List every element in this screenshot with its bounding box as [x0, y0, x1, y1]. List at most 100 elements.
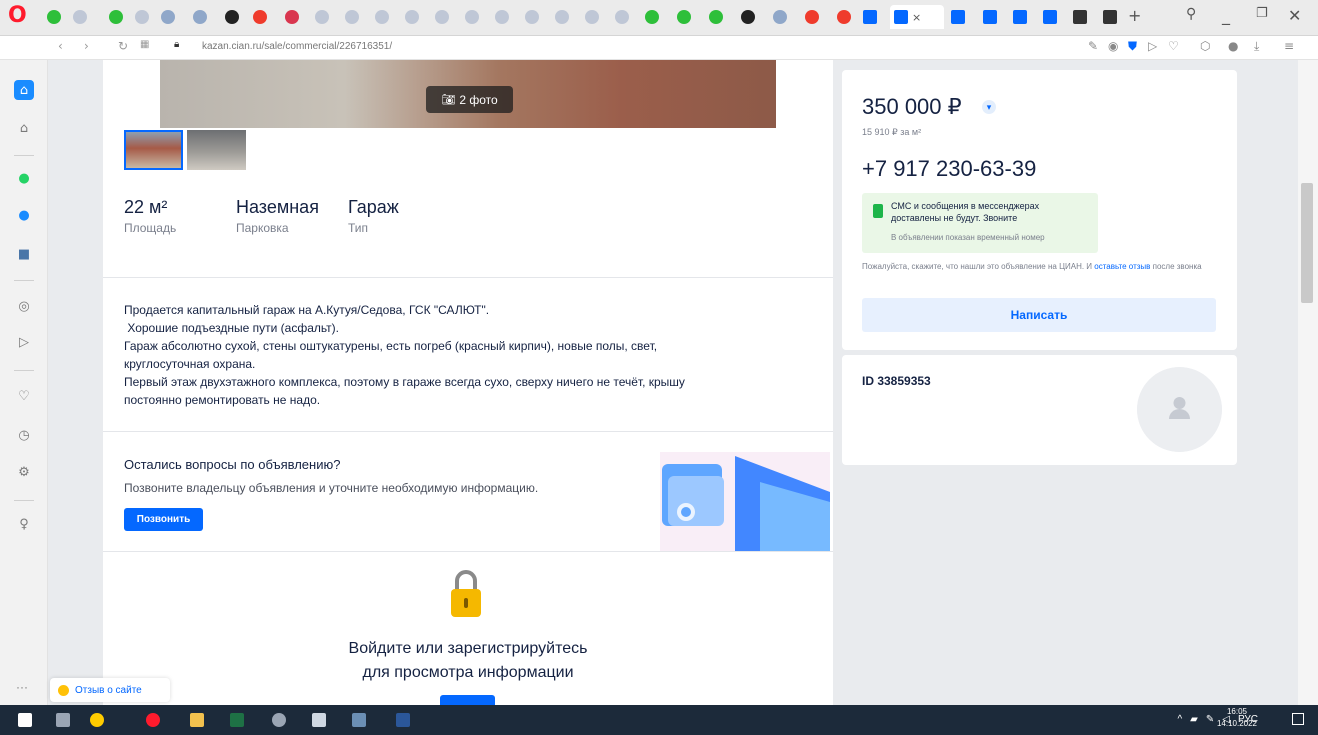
yandex-browser-icon[interactable]	[90, 713, 104, 727]
phone-number[interactable]: +7 917 230-63-39	[862, 156, 1036, 182]
browser-tab[interactable]	[250, 5, 270, 29]
word-icon[interactable]	[396, 713, 410, 727]
search-tabs-icon[interactable]: ⚲	[1186, 6, 1196, 22]
browser-tab[interactable]	[282, 5, 302, 29]
browser-tab[interactable]	[106, 5, 126, 29]
call-button[interactable]: Позвонить	[124, 508, 203, 531]
download-icon[interactable]: ⤓	[1254, 39, 1259, 54]
tab-close-icon[interactable]: ×	[912, 11, 921, 24]
browser-tab[interactable]	[432, 5, 452, 29]
snapshot-icon[interactable]: ✎	[1088, 39, 1098, 53]
browser-tab[interactable]	[1070, 5, 1090, 29]
browser-tab[interactable]	[190, 5, 210, 29]
reload-icon[interactable]: ↻	[118, 39, 128, 53]
sidebar-more-icon[interactable]: ···	[16, 680, 28, 694]
browser-tab[interactable]	[158, 5, 178, 29]
tab-favicon-icon	[375, 10, 389, 24]
browser-tab[interactable]	[802, 5, 822, 29]
browser-tab[interactable]	[706, 5, 726, 29]
minimize-icon[interactable]: _	[1222, 6, 1230, 25]
browser-tab[interactable]	[372, 5, 392, 29]
browser-tab[interactable]	[402, 5, 422, 29]
app-icon[interactable]	[272, 713, 286, 727]
tab-favicon-icon	[225, 10, 239, 24]
write-message-button[interactable]: Написать	[862, 298, 1216, 332]
opera-logo-icon[interactable]: O	[8, 3, 27, 28]
profile-icon[interactable]: ●	[1228, 39, 1238, 53]
forward-icon[interactable]: ›	[84, 39, 89, 53]
address-bar: ‹ › ↻ ▦ 🔒︎ kazan.cian.ru/sale/commercial…	[0, 36, 1318, 60]
notepad-icon[interactable]	[312, 713, 326, 727]
file-explorer-icon[interactable]	[190, 713, 204, 727]
chevron-down-icon[interactable]: ▾	[982, 100, 996, 114]
browser-tab[interactable]	[1100, 5, 1120, 29]
heart-icon[interactable]: ♡	[14, 386, 34, 406]
notifications-icon[interactable]	[1292, 713, 1304, 725]
start-menu-icon[interactable]	[18, 713, 32, 727]
browser-tab[interactable]	[552, 5, 572, 29]
flow-icon[interactable]: ▷	[1148, 39, 1157, 53]
browser-tab[interactable]	[522, 5, 542, 29]
task-view-icon[interactable]	[56, 713, 70, 727]
player-icon[interactable]: ◎	[14, 296, 34, 316]
bookmark-home-icon[interactable]: ⌂	[14, 118, 34, 138]
restore-icon[interactable]: ❐	[1256, 6, 1268, 21]
back-icon[interactable]: ‹	[58, 39, 63, 53]
home-icon[interactable]: ⌂	[14, 80, 34, 100]
browser-tab[interactable]	[834, 5, 854, 29]
browser-tab[interactable]	[674, 5, 694, 29]
browser-tab[interactable]	[860, 5, 880, 29]
app-icon[interactable]	[352, 713, 366, 727]
tray-arrow-icon[interactable]: ^	[1177, 714, 1182, 725]
vk-icon[interactable]: ■	[14, 244, 34, 264]
browser-tab[interactable]	[70, 5, 90, 29]
camera-icon[interactable]: ◉	[1108, 39, 1118, 53]
site-feedback-button[interactable]: Отзыв о сайте	[50, 678, 170, 702]
sidebar-divider	[14, 500, 34, 501]
browser-tab[interactable]	[1040, 5, 1060, 29]
leave-review-link[interactable]: оставьте отзыв	[1094, 262, 1150, 271]
new-tab-icon[interactable]: +	[1128, 6, 1141, 25]
taskbar-clock[interactable]: 16:05 14.10.2022	[1212, 706, 1262, 730]
close-window-icon[interactable]: ✕	[1288, 6, 1301, 25]
browser-tab[interactable]	[738, 5, 758, 29]
photo-count-label: 2 фото	[459, 92, 498, 107]
browser-tab[interactable]	[312, 5, 332, 29]
browser-tab[interactable]	[980, 5, 1000, 29]
browser-tab[interactable]	[492, 5, 512, 29]
page-scrollbar[interactable]	[1298, 60, 1318, 705]
messenger-icon[interactable]: ●	[14, 205, 34, 225]
history-icon[interactable]: ◷	[14, 425, 34, 445]
tips-icon[interactable]: ♀	[14, 514, 34, 534]
browser-tab[interactable]	[642, 5, 662, 29]
browser-tab-active[interactable]: ×	[890, 5, 944, 29]
excel-icon[interactable]	[230, 713, 244, 727]
description-line: Первый этаж двухэтажного комплекса, поэт…	[124, 375, 685, 389]
easy-setup-icon[interactable]: ≡	[1284, 39, 1294, 53]
url-field[interactable]: kazan.cian.ru/sale/commercial/226716351/	[202, 41, 392, 52]
browser-tab[interactable]	[582, 5, 602, 29]
browser-tab[interactable]	[44, 5, 64, 29]
extensions-icon[interactable]: ⬡	[1200, 39, 1210, 53]
browser-tab[interactable]	[342, 5, 362, 29]
photo-thumbnail[interactable]	[187, 130, 246, 170]
browser-tab[interactable]	[1010, 5, 1030, 29]
browser-tab[interactable]	[132, 5, 152, 29]
speed-dial-icon[interactable]: ▦	[140, 39, 149, 50]
login-button[interactable]	[440, 695, 495, 705]
photo-thumbnail[interactable]	[124, 130, 183, 170]
browser-tab[interactable]	[770, 5, 790, 29]
opera-taskbar-icon[interactable]	[146, 713, 160, 727]
settings-icon[interactable]: ⚙	[14, 462, 34, 482]
browser-tab[interactable]	[612, 5, 632, 29]
photo-count-badge[interactable]: 📷︎ 2 фото	[426, 86, 513, 113]
flow-icon[interactable]: ▷	[14, 332, 34, 352]
browser-tab[interactable]	[462, 5, 482, 29]
whatsapp-icon[interactable]: ●	[14, 168, 34, 188]
heart-icon[interactable]: ♡	[1168, 39, 1179, 53]
browser-tab[interactable]	[222, 5, 242, 29]
browser-tab[interactable]	[948, 5, 968, 29]
scrollbar-thumb[interactable]	[1301, 183, 1313, 303]
network-icon[interactable]: ▰	[1190, 714, 1198, 725]
vpn-shield-icon[interactable]: ⛊	[1128, 39, 1137, 54]
